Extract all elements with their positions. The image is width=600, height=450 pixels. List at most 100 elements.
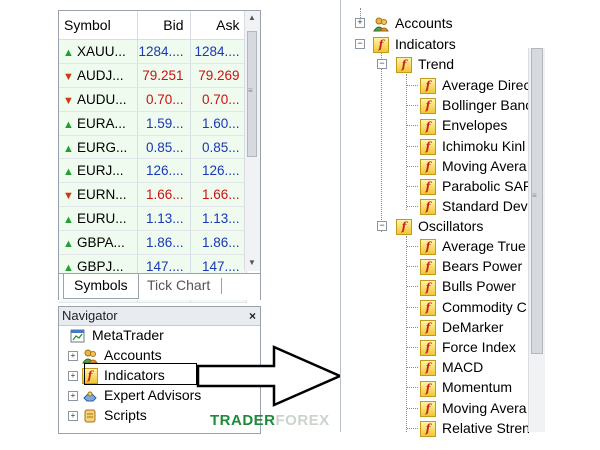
collapse-icon[interactable]: − (377, 221, 387, 231)
tree-item-indicator[interactable]: f Standard Devi (420, 196, 531, 216)
market-watch-tabs: Symbols Tick Chart (59, 273, 260, 300)
nav-root-metatrader[interactable]: MetaTrader (70, 325, 164, 345)
symbol-name: EURG... (77, 139, 128, 155)
indicator-icon: f (420, 199, 436, 216)
ask-cell: 126.... (190, 158, 247, 184)
ask-cell: 1.66... (190, 182, 247, 208)
tree-label: Envelopes (442, 117, 508, 134)
tab-symbols[interactable]: Symbols (63, 274, 139, 299)
scroll-down-icon[interactable]: ▼ (248, 258, 256, 267)
bid-cell: 1.59... (137, 111, 191, 136)
tree-item-indicator[interactable]: f Bears Power (420, 256, 522, 276)
table-row[interactable]: ▲ EURG... 0.85... 0.85... (59, 135, 247, 160)
collapse-icon[interactable]: − (355, 39, 365, 49)
symbol-cell: ▲ EURG... (59, 135, 138, 160)
tree-item-accounts[interactable]: Accounts (373, 13, 453, 33)
tree-item-indicator[interactable]: f Force Index (420, 337, 516, 357)
tree-item-indicator[interactable]: f DeMarker (420, 317, 503, 337)
grip-icon: ≡ (532, 191, 537, 200)
scroll-up-icon[interactable]: ▲ (248, 13, 256, 22)
arrow-up-icon: ▲ (63, 166, 74, 179)
symbol-name: GBPA... (77, 235, 125, 251)
bid-cell: 126.... (137, 158, 191, 184)
tree-group-trend[interactable]: f Trend (396, 54, 454, 74)
tree-label: Force Index (442, 339, 516, 355)
symbol-name: AUDU... (77, 91, 127, 107)
ask-cell: 0.85... (190, 135, 247, 160)
indicator-icon: f (420, 421, 436, 438)
tree-item-indicator[interactable]: f Momentum (420, 377, 512, 397)
indicator-icon: f (420, 380, 436, 397)
tree-item-indicator[interactable]: f Envelopes (420, 115, 507, 135)
table-row[interactable]: ▲ GBPA... 1.86... 1.86... (59, 230, 247, 256)
tree-item-indicators[interactable]: f Indicators (373, 34, 456, 54)
nav-item-scripts[interactable]: + Scripts (68, 405, 147, 425)
ask-cell: 0.70... (190, 87, 247, 112)
tree-label: Bulls Power (442, 278, 516, 295)
ask-cell: 1.13... (190, 206, 247, 232)
arrow-down-icon: ▼ (63, 94, 74, 107)
table-row[interactable]: ▼ AUDU... 0.70... 0.70... (59, 87, 247, 112)
column-header-bid[interactable]: Bid (137, 11, 191, 40)
tree-line (407, 367, 418, 369)
table-row[interactable]: ▼ AUDJ... 79.251 79.269 (59, 63, 247, 88)
script-icon (82, 408, 98, 424)
nav-item-accounts[interactable]: + Accounts (68, 345, 162, 365)
column-header-symbol[interactable]: Symbol (59, 11, 138, 40)
indicator-icon: f (420, 159, 436, 176)
tree-scrollbar[interactable]: ≡ (528, 48, 545, 432)
tree-line (407, 145, 418, 147)
indicator-icon: f (420, 320, 436, 337)
tree-label: MACD (442, 359, 484, 376)
tree-item-indicator[interactable]: f Relative Stren (420, 418, 530, 438)
pointer-arrow-icon (196, 345, 344, 407)
expand-icon[interactable]: + (68, 391, 78, 402)
collapse-icon[interactable]: − (377, 59, 387, 69)
close-icon[interactable]: × (249, 307, 256, 325)
tree-item-indicator[interactable]: f Average Direc (420, 75, 530, 95)
arrow-up-icon: ▲ (63, 238, 74, 251)
table-row[interactable]: ▲ XAUU... 1284.... 1284.... (59, 39, 247, 64)
expand-icon[interactable]: + (68, 371, 78, 382)
tree-item-indicator[interactable]: f MACD (420, 357, 483, 377)
table-row[interactable]: ▼ EURN... 1.66... 1.66... (59, 182, 247, 208)
tree-line (407, 206, 418, 208)
nav-item-expert-advisors[interactable]: + Expert Advisors (68, 385, 201, 405)
column-header-ask[interactable]: Ask (190, 11, 247, 40)
tree-label: Trend (418, 56, 455, 72)
tab-tick-chart[interactable]: Tick Chart (137, 274, 220, 298)
tree-item-indicator[interactable]: f Ichimoku Kinl (420, 136, 525, 156)
market-watch-scrollbar[interactable]: ▲ ≡ ▼ (244, 11, 260, 271)
symbol-cell: ▼ EURN... (59, 182, 138, 208)
symbol-name: XAUU... (77, 43, 126, 59)
tree-line (407, 387, 418, 389)
nav-item-label: Scripts (104, 407, 147, 423)
expand-icon[interactable]: + (68, 351, 78, 362)
tree-label: Oscillators (418, 218, 484, 234)
tree-item-indicator[interactable]: f Commodity C (420, 297, 527, 317)
tree-item-indicator[interactable]: f Parabolic SAR (420, 176, 533, 196)
tree-item-indicator[interactable]: f Bollinger Banc (420, 95, 532, 115)
tree-item-indicator[interactable]: f Average True (420, 236, 526, 256)
tree-line (407, 105, 418, 107)
table-row[interactable]: ▲ EURU... 1.13... 1.13... (59, 206, 247, 232)
scrollbar-thumb[interactable] (531, 48, 543, 354)
symbol-name: EURJ... (77, 163, 124, 179)
symbol-cell: ▲ XAUU... (59, 39, 138, 64)
expand-icon[interactable]: + (68, 411, 78, 422)
table-row[interactable]: ▲ EURJ... 126.... 126.... (59, 158, 247, 184)
expand-icon[interactable]: + (355, 18, 365, 28)
tree-item-indicator[interactable]: f Moving Avera (420, 398, 527, 418)
tree-line (407, 427, 418, 429)
metatrader-icon (70, 328, 86, 344)
bid-cell: 1.66... (137, 182, 191, 208)
indicator-icon: f (420, 299, 436, 316)
indicator-icon: f (420, 360, 436, 377)
table-row[interactable]: ▲ EURA... 1.59... 1.60... (59, 111, 247, 136)
indicator-icon: f (420, 98, 436, 115)
tree-item-indicator[interactable]: f Moving Avera (420, 156, 527, 176)
tree-group-oscillators[interactable]: f Oscillators (396, 216, 483, 236)
tree-line (407, 407, 418, 409)
tab-divider (221, 278, 222, 294)
tree-item-indicator[interactable]: f Bulls Power (420, 276, 516, 296)
